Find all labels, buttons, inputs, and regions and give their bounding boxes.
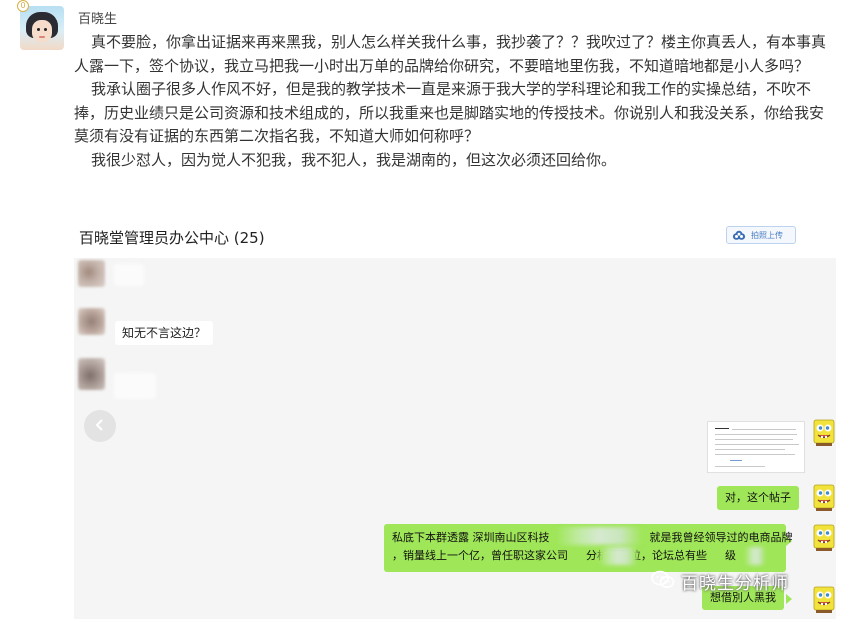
wechat-icon — [651, 570, 675, 594]
previous-arrow-button[interactable] — [84, 410, 116, 442]
image-message[interactable] — [707, 421, 805, 473]
chat-screenshot: 百晓堂管理员办公中心 (25) 拍照上传 知无不言这边？ 对，这个帖子 私底下本… — [74, 214, 836, 619]
spongebob-avatar-icon[interactable] — [812, 524, 836, 552]
avatar[interactable] — [78, 358, 105, 390]
chevron-left-icon — [94, 417, 106, 436]
level-badge-icon: 0 — [17, 0, 29, 12]
chat-message-self: 对，这个帖子 — [717, 486, 799, 510]
spongebob-avatar-icon[interactable] — [812, 419, 836, 447]
cloud-upload-icon — [731, 229, 746, 241]
post-paragraph: 真不要脸，你拿出证据来再来黑我，别人怎么样关我什么事，我抄袭了？？我吹过了？楼主… — [74, 33, 827, 75]
redacted-area — [745, 547, 765, 565]
avatar-image — [20, 6, 64, 50]
post-author-avatar[interactable]: 0 — [17, 0, 64, 50]
watermark: 百晓生分析师 — [651, 569, 789, 594]
avatar[interactable] — [78, 308, 105, 335]
avatar[interactable] — [78, 260, 105, 287]
photo-upload-label: 拍照上传 — [751, 230, 783, 240]
post-paragraph: 我很少怼人，因为觉人不犯我，我不犯人，我是湖南的，但这次必须还回给你。 — [91, 150, 617, 169]
post-paragraph: 我承认圈子很多人作风不好，但是我的教学技术一直是来源于我大学的学科理论和我工作的… — [74, 80, 825, 145]
redacted-area — [599, 547, 637, 565]
post-content: 真不要脸，你拿出证据来再来黑我，别人怎么样关我什么事，我抄袭了？？我吹过了？楼主… — [74, 31, 836, 172]
spongebob-avatar-icon[interactable] — [812, 484, 836, 512]
spongebob-avatar-icon[interactable] — [812, 586, 836, 614]
chat-message-blurred — [114, 264, 144, 286]
chat-header: 百晓堂管理员办公中心 (25) 拍照上传 — [74, 214, 836, 258]
chat-title: 百晓堂管理员办公中心 (25) — [79, 229, 265, 247]
redacted-area — [556, 527, 642, 545]
chat-message-blurred — [114, 373, 156, 399]
post-author-name[interactable]: 百晓生 — [78, 8, 117, 27]
watermark-text: 百晓生分析师 — [681, 574, 789, 594]
photo-upload-button[interactable]: 拍照上传 — [726, 226, 796, 244]
chat-message: 知无不言这边？ — [115, 321, 214, 345]
message-line-2: ，销量线上一个亿，曾任职这家公司 分析师职位，论坛总有些级 — [392, 549, 736, 562]
